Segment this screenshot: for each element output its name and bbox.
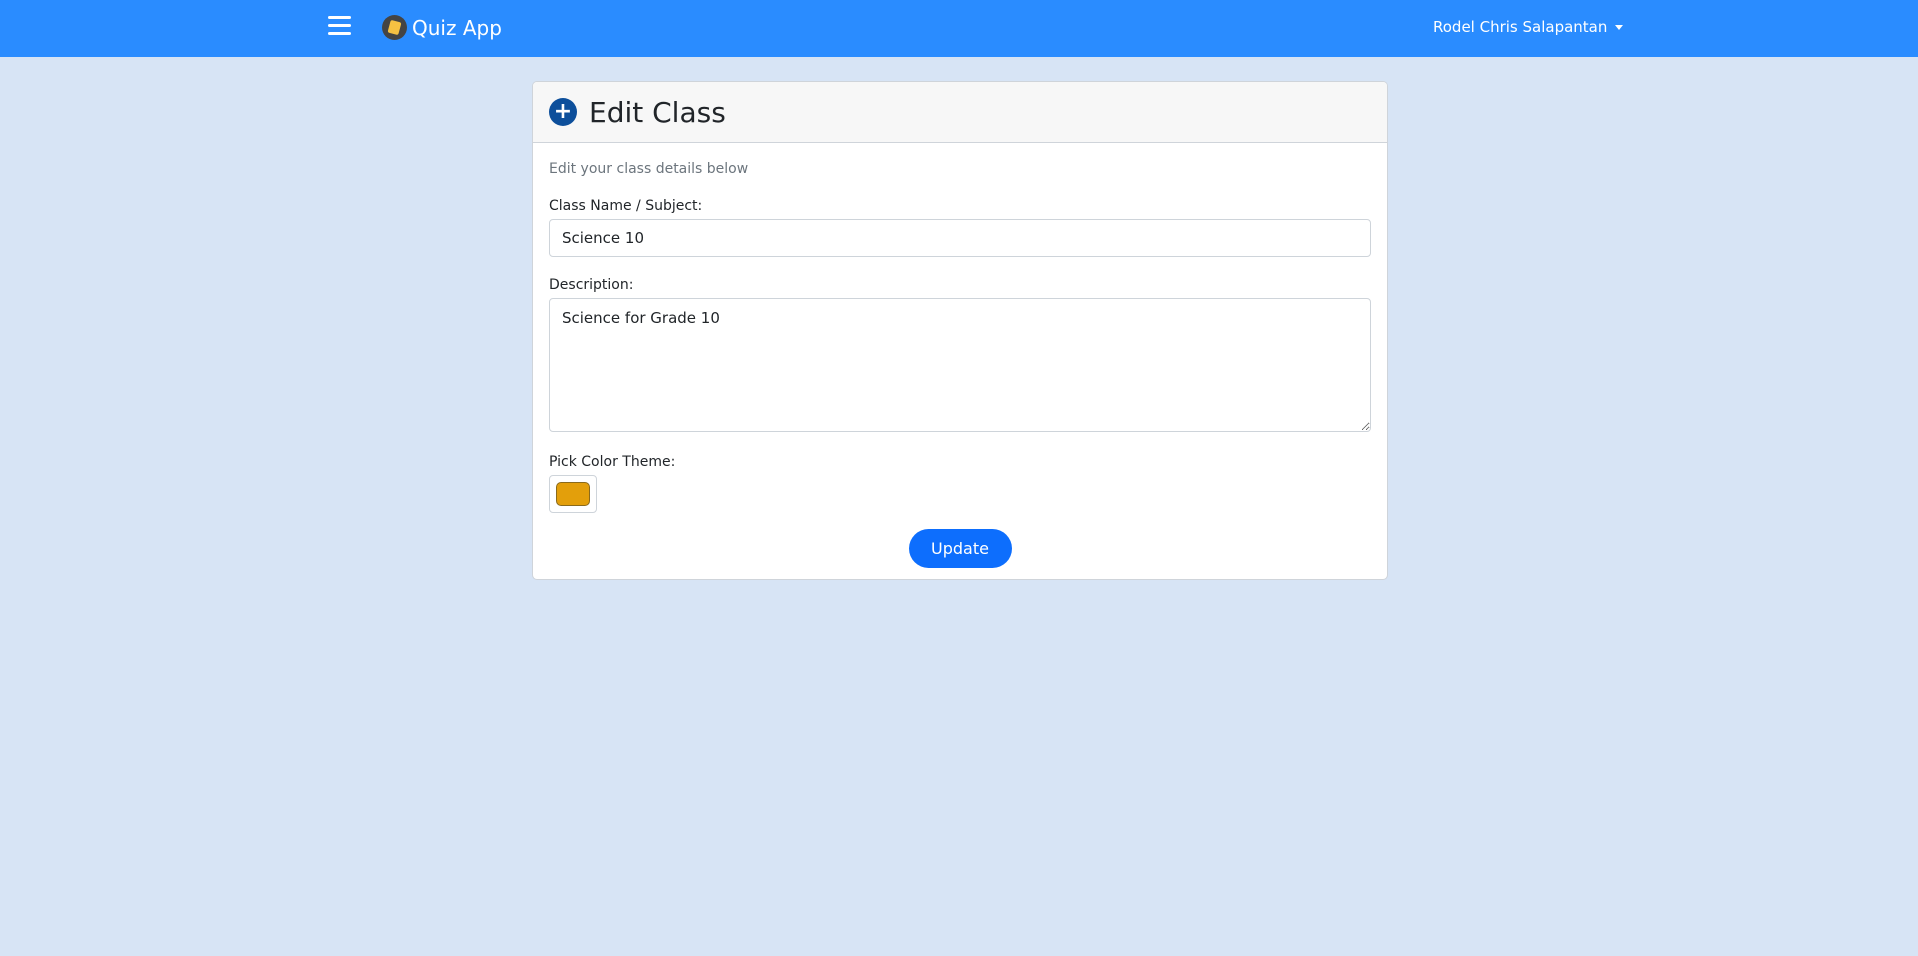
form-actions: Update [549, 529, 1371, 568]
card-body: Edit your class details below Class Name… [533, 143, 1387, 568]
brand-name: Quiz App [412, 15, 502, 40]
edit-class-card: + Edit Class Edit your class details bel… [532, 81, 1388, 580]
top-navbar: Quiz App Rodel Chris Salapantan [0, 0, 1918, 57]
user-name: Rodel Chris Salapantan [1433, 18, 1608, 36]
color-swatch [556, 482, 590, 506]
color-theme-picker[interactable] [549, 475, 597, 513]
plus-circle-icon: + [549, 98, 577, 126]
app-logo-icon [382, 15, 407, 40]
class-name-label: Class Name / Subject: [549, 198, 703, 214]
description-label: Description: [549, 277, 634, 293]
class-name-input[interactable] [549, 219, 1371, 257]
form-subtitle: Edit your class details below [549, 161, 749, 177]
color-theme-label: Pick Color Theme: [549, 454, 676, 470]
description-textarea[interactable]: Science for Grade 10 [549, 298, 1371, 432]
page-title: Edit Class [589, 95, 726, 129]
update-button[interactable]: Update [908, 529, 1012, 568]
card-header: + Edit Class [533, 82, 1387, 143]
menu-icon[interactable] [328, 16, 351, 36]
brand-link[interactable]: Quiz App [382, 15, 502, 40]
user-dropdown[interactable]: Rodel Chris Salapantan [1433, 18, 1624, 36]
chevron-down-icon [1615, 24, 1624, 30]
